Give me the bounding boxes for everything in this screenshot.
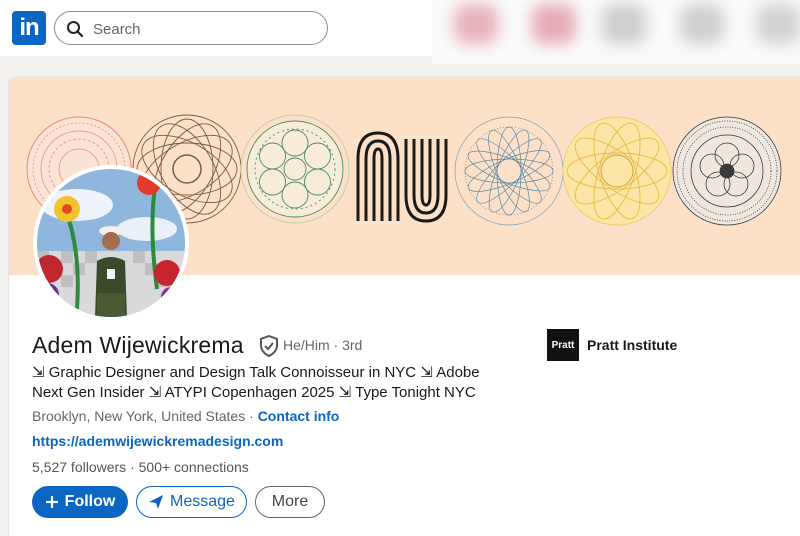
- banner-spiro-5: [562, 116, 672, 226]
- more-label: More: [271, 493, 309, 510]
- location-text: Brooklyn, New York, United States: [32, 408, 246, 424]
- nav-item-blurred[interactable]: [756, 4, 800, 44]
- pratt-logo: Pratt: [547, 329, 579, 361]
- follow-label: Follow: [64, 493, 116, 510]
- stats-separator: ·: [126, 459, 139, 475]
- nav-item-blurred[interactable]: [680, 4, 724, 44]
- follow-button[interactable]: Follow: [32, 486, 128, 518]
- message-button[interactable]: Message: [136, 486, 247, 518]
- education-item[interactable]: Pratt Pratt Institute: [547, 329, 677, 361]
- connections-count[interactable]: 500+ connections: [139, 459, 249, 475]
- nav-icons-blurred: [432, 0, 800, 64]
- message-label: Message: [170, 493, 235, 510]
- linkedin-logo[interactable]: in: [12, 11, 46, 45]
- search-box[interactable]: [54, 11, 328, 45]
- followers-count: 5,527 followers: [32, 459, 127, 475]
- search-icon: [67, 21, 84, 38]
- nav-item-blurred[interactable]: [454, 4, 498, 44]
- profile-photo[interactable]: [33, 165, 189, 321]
- location-line: Brooklyn, New York, United States · Cont…: [32, 408, 339, 424]
- top-nav: in: [0, 0, 800, 64]
- education-name: Pratt Institute: [587, 337, 678, 353]
- profile-photo-artwork: [37, 169, 185, 317]
- pronouns-degree: He/Him · 3rd: [283, 337, 363, 353]
- stats-line: 5,527 followers · 500+ connections: [32, 459, 249, 475]
- plus-icon: [45, 496, 58, 508]
- location-separator: ·: [245, 408, 258, 424]
- profile-name: Adem Wijewickrema: [32, 332, 244, 358]
- profile-headline: ⇲ Graphic Designer and Design Talk Conno…: [32, 364, 480, 401]
- profile-card: Adem Wijewickrema He/Him · 3rd ⇲ Graphic…: [8, 76, 800, 536]
- search-input[interactable]: [93, 18, 313, 40]
- verified-shield-icon[interactable]: [259, 335, 279, 357]
- contact-info-link[interactable]: Contact info: [258, 408, 340, 424]
- paper-plane-icon: [149, 495, 164, 509]
- banner-spiro-6: [672, 116, 782, 226]
- nav-item-blurred[interactable]: [532, 4, 576, 44]
- more-button[interactable]: More: [255, 486, 325, 518]
- website-link[interactable]: https://ademwijewickremadesign.com: [32, 433, 283, 449]
- nav-item-blurred[interactable]: [602, 4, 646, 44]
